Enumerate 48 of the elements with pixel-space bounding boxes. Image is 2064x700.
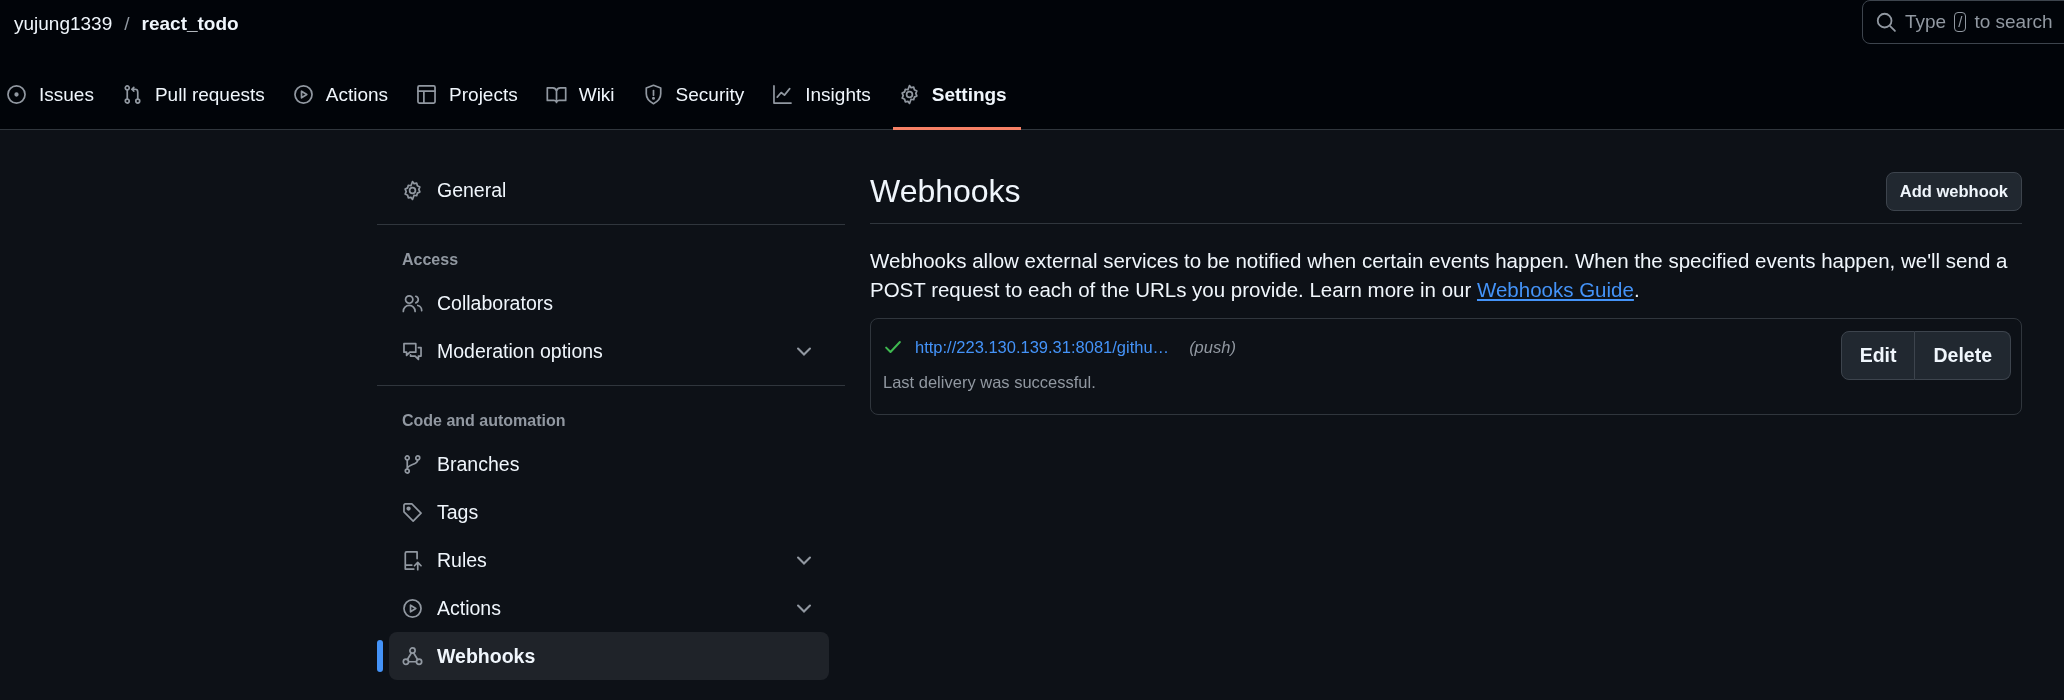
shield-icon — [642, 84, 664, 105]
nav-tab[interactable]: Security — [636, 62, 759, 130]
selection-bar — [377, 640, 383, 672]
nav-tab[interactable]: Issues — [0, 62, 108, 130]
book-icon — [545, 84, 567, 105]
delete-button[interactable]: Delete — [1915, 331, 2011, 380]
repo-push-icon — [402, 549, 423, 571]
nav-tab[interactable]: Settings — [892, 62, 1021, 130]
nav-tab[interactable]: Projects — [410, 62, 532, 130]
play-icon — [292, 84, 314, 105]
branch-icon — [402, 453, 423, 475]
guide-link[interactable]: Webhooks Guide — [1477, 278, 1634, 301]
graph-icon — [772, 84, 794, 105]
repo-name[interactable]: react_todo — [141, 13, 239, 35]
page-title: Webhooks — [870, 173, 1021, 210]
play-icon — [402, 597, 423, 619]
sidebar-item[interactable]: Rules — [389, 536, 829, 584]
nav-tab[interactable]: Insights — [766, 62, 885, 130]
delivery-status: Last delivery was successful. — [883, 373, 1097, 392]
comment-icon — [402, 340, 423, 362]
people-icon — [402, 292, 423, 314]
webhook-url[interactable]: http://223.130.139.31:8081/githu… — [915, 337, 1170, 357]
sidebar-item[interactable]: General — [389, 166, 829, 214]
nav-tab[interactable]: Actions — [286, 62, 403, 130]
webhook-events: (push) — [1189, 337, 1236, 357]
breadcrumb-separator: / — [124, 13, 130, 35]
nav-tab[interactable]: Wiki — [539, 62, 629, 130]
sidebar-item[interactable]: Tags — [389, 488, 829, 536]
sidebar-heading: Access — [401, 250, 460, 270]
nav-tab[interactable]: Pull requests — [115, 62, 279, 130]
sidebar-item[interactable]: Collaborators — [389, 279, 829, 327]
search-icon — [1875, 11, 1897, 33]
pull-request-icon — [121, 84, 143, 105]
table-icon — [416, 84, 438, 105]
gear-icon — [898, 84, 920, 105]
sidebar-item[interactable]: Branches — [389, 440, 829, 488]
sidebar-item[interactable]: Moderation options — [389, 327, 829, 375]
description-text: Webhooks allow external services to be notified when certain events happen. When the specified events happen, we'll send a POST request to each of the URLs you provide. Learn more in our Webhooks Guide. — [870, 248, 2009, 303]
add-webhook-button[interactable]: Add webhook — [1885, 172, 2022, 211]
edit-button[interactable]: Edit — [1840, 331, 1916, 380]
owner-name[interactable]: yujung1339 — [14, 13, 113, 35]
tag-icon — [402, 501, 423, 523]
sidebar-heading: Code and automation — [401, 411, 567, 431]
search-field[interactable]: Type / to search — [1862, 0, 2064, 44]
webhook-icon — [402, 645, 423, 667]
gear-icon — [402, 179, 423, 201]
issue-icon — [6, 84, 27, 105]
sidebar-item[interactable]: Actions — [389, 584, 829, 632]
